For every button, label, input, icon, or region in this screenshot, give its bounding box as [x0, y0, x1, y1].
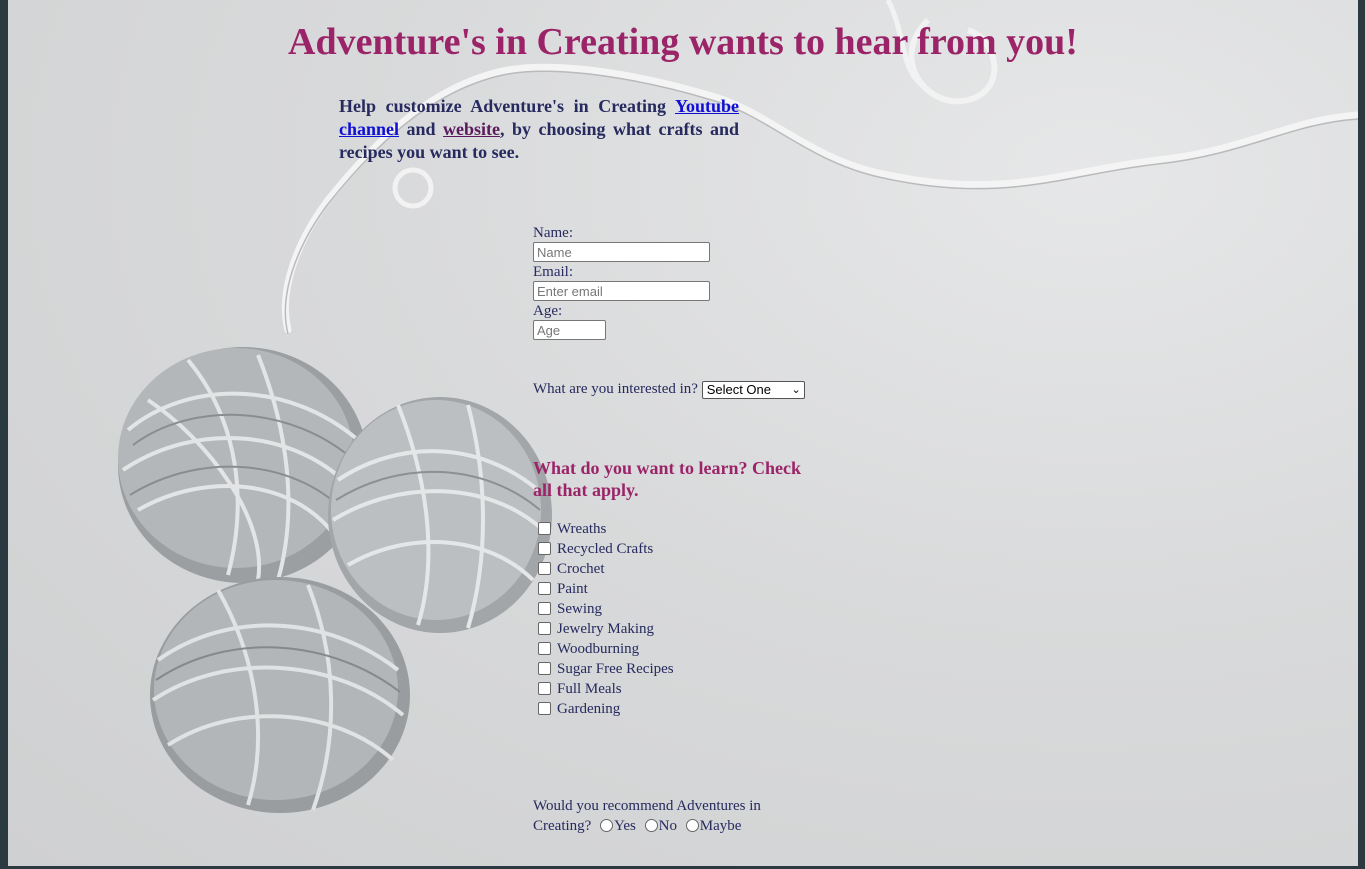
learn-option-paint[interactable]: Paint [533, 579, 853, 599]
checkbox[interactable] [538, 622, 551, 635]
learn-option-label: Full Meals [557, 681, 622, 697]
age-input[interactable] [533, 320, 606, 340]
learn-option-label: Gardening [557, 701, 621, 717]
learn-option-sewing[interactable]: Sewing [533, 599, 853, 619]
learn-option-wreaths[interactable]: Wreaths [533, 519, 853, 539]
email-label: Email: [533, 264, 573, 280]
learn-option-label: Recycled Crafts [557, 541, 654, 557]
checkbox[interactable] [538, 522, 551, 535]
learn-option-crochet[interactable]: Crochet [533, 559, 853, 579]
radio-button-maybe[interactable] [685, 819, 699, 833]
page-background: Adventure's in Creating wants to hear fr… [8, 0, 1358, 866]
learn-option-jewelry-making[interactable]: Jewelry Making [533, 619, 853, 639]
feedback-form: Name: Email: Age: What are you intereste… [533, 224, 853, 836]
recommend-group: Would you recommend Adventures in Creati… [533, 796, 793, 836]
learn-option-label: Jewelry Making [557, 621, 655, 637]
radio-button-no[interactable] [644, 819, 658, 833]
learn-option-label: Sewing [557, 601, 602, 617]
age-label: Age: [533, 303, 563, 319]
learn-heading: What do you want to learn? Check all tha… [533, 458, 802, 500]
yarn-ball-1 [118, 347, 368, 583]
chevron-down-icon: ⌄ [791, 383, 801, 396]
learn-option-label: Wreaths [557, 521, 607, 537]
checkbox[interactable] [538, 562, 551, 575]
interest-selected-value: Select One [706, 381, 772, 397]
checkbox[interactable] [538, 542, 551, 555]
intro-text-before: Help customize Adventure's in Creating [339, 96, 666, 116]
learn-option-full-meals[interactable]: Full Meals [533, 679, 853, 699]
recommend-option-yes[interactable]: Yes [614, 818, 636, 834]
checkbox[interactable] [538, 682, 551, 695]
learn-options-list: Wreaths Recycled Crafts Crochet Paint Se… [533, 519, 853, 719]
email-input[interactable] [533, 281, 710, 301]
learn-option-gardening[interactable]: Gardening [533, 699, 853, 719]
learn-option-label: Paint [557, 581, 588, 597]
page-title: Adventure's in Creating wants to hear fr… [288, 21, 1078, 63]
interest-select[interactable]: Select One ⌄ [701, 380, 805, 399]
checkbox[interactable] [538, 602, 551, 615]
learn-option-sugar-free-recipes[interactable]: Sugar Free Recipes [533, 659, 853, 679]
yarn-ball-2 [328, 397, 552, 633]
recommend-option-maybe[interactable]: Maybe [700, 818, 742, 834]
learn-option-woodburning[interactable]: Woodburning [533, 639, 853, 659]
learn-option-label: Crochet [557, 561, 605, 577]
intro-paragraph: Help customize Adventure's in Creating Y… [339, 95, 739, 164]
checkbox[interactable] [538, 662, 551, 675]
interest-row: What are you interested in? Select One ⌄ [533, 379, 853, 399]
name-input[interactable] [533, 242, 710, 262]
checkbox[interactable] [538, 642, 551, 655]
name-label: Name: [533, 225, 573, 241]
learn-option-label: Sugar Free Recipes [557, 661, 674, 677]
website-link[interactable]: website [443, 119, 500, 139]
yarn-ball-3 [150, 577, 410, 813]
learn-option-label: Woodburning [557, 641, 640, 657]
interest-label: What are you interested in? [533, 381, 698, 397]
checkbox[interactable] [538, 582, 551, 595]
intro-text-after: , by choosing what crafts and recipes yo… [339, 119, 740, 162]
learn-option-recycled-crafts[interactable]: Recycled Crafts [533, 539, 853, 559]
radio-button-yes[interactable] [600, 819, 614, 833]
checkbox[interactable] [538, 702, 551, 715]
recommend-option-no[interactable]: No [659, 818, 677, 834]
intro-and: and [406, 119, 436, 139]
